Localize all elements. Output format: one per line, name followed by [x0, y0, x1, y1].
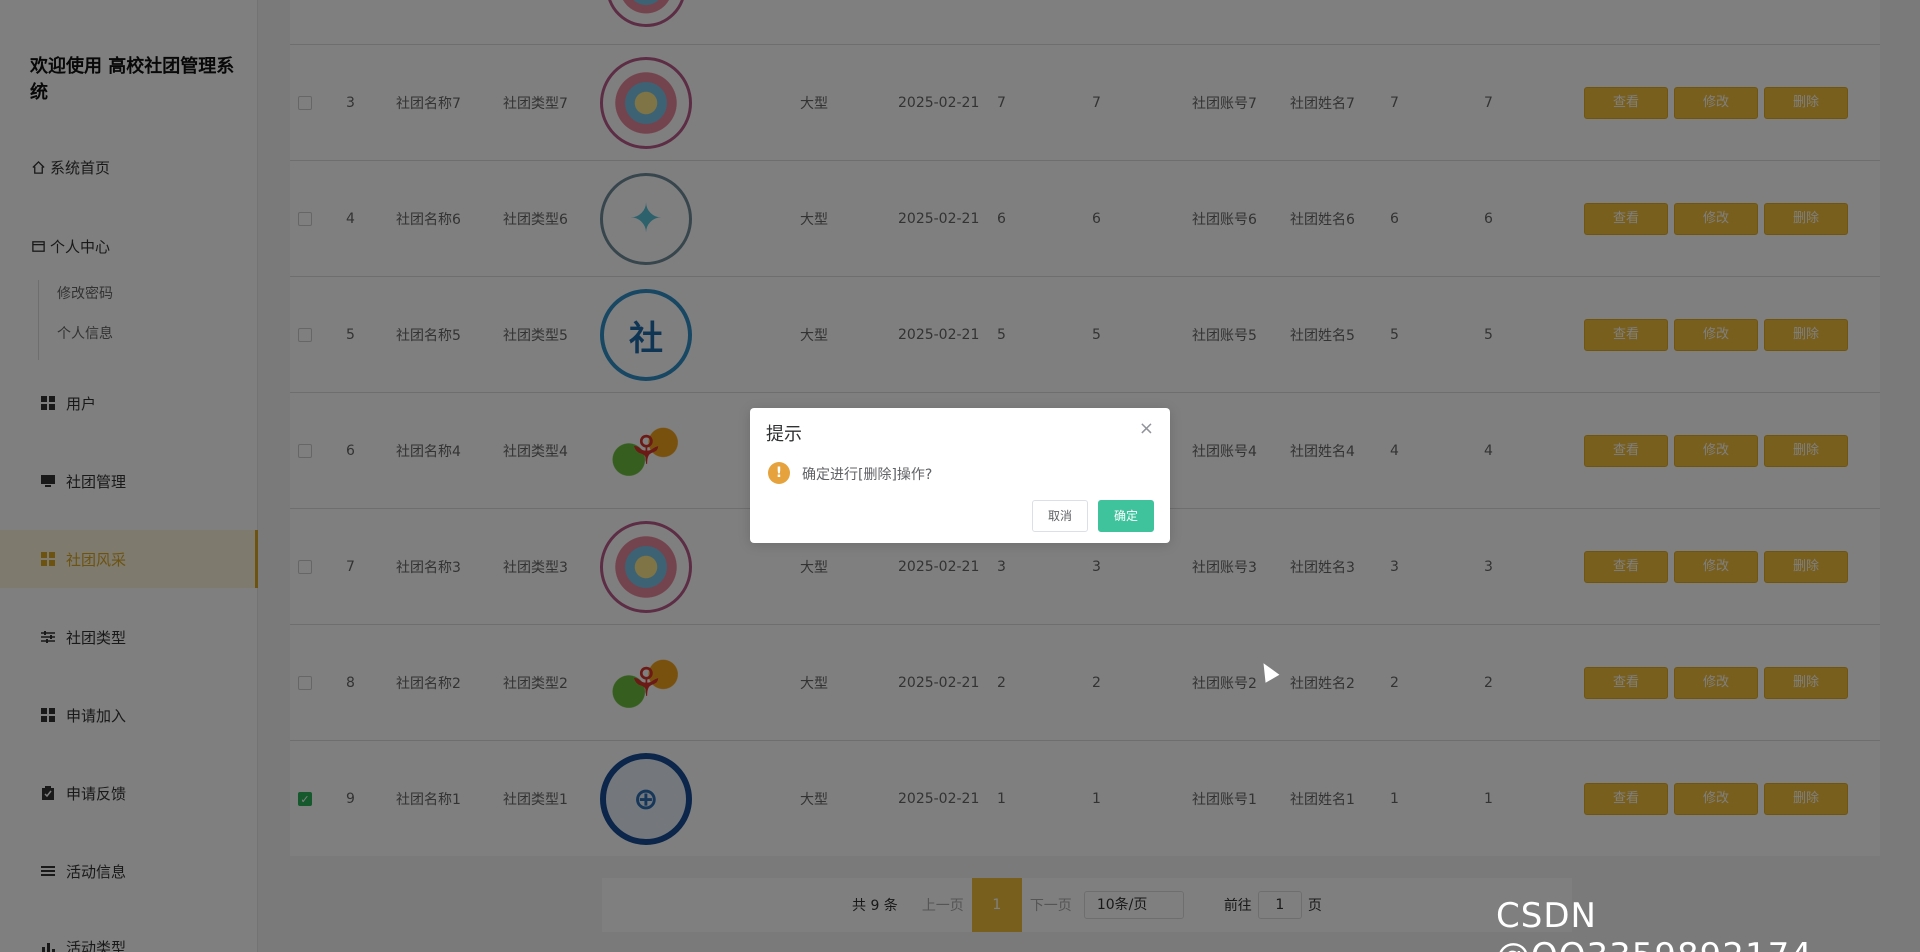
cancel-button[interactable]: 取消: [1032, 500, 1088, 532]
close-icon[interactable]: ×: [1139, 418, 1154, 439]
watermark: CSDN @QQ3359892174: [1496, 896, 1812, 952]
confirm-button[interactable]: 确定: [1098, 500, 1154, 532]
confirm-dialog: 提示 × ! 确定进行[删除]操作? 取消 确定: [750, 408, 1170, 543]
warning-icon: !: [768, 462, 790, 484]
dialog-title: 提示: [766, 424, 802, 445]
dialog-message: 确定进行[删除]操作?: [802, 467, 933, 483]
